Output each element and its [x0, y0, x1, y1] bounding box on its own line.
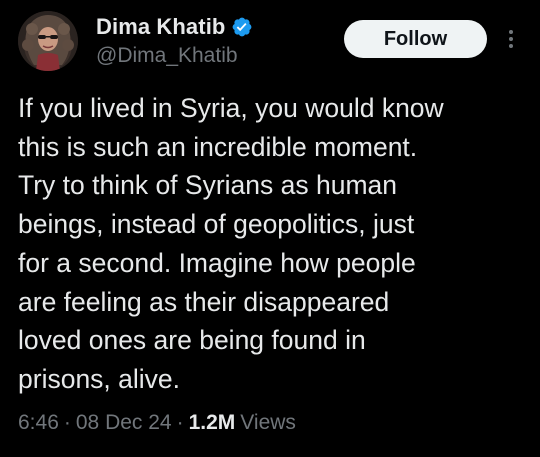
- tweet: Dima Khatib @Dima_Khatib Follow If you l…: [0, 0, 540, 457]
- meta-separator: ·: [176, 411, 184, 434]
- views-label: Views: [240, 411, 296, 434]
- avatar[interactable]: [18, 11, 78, 71]
- tweet-text-line: beings, instead of geopolitics, just: [18, 209, 415, 240]
- avatar-image: [18, 11, 78, 71]
- tweet-time[interactable]: 6:46: [18, 411, 59, 435]
- tweet-date[interactable]: 08 Dec 24: [76, 411, 172, 435]
- tweet-text: If you lived in Syria, you would know th…: [18, 89, 528, 399]
- tweet-text-line: are feeling as their disappeared: [18, 286, 390, 317]
- tweet-text-line: Try to think of Syrians as human: [18, 170, 398, 201]
- display-name[interactable]: Dima Khatib: [96, 14, 225, 40]
- follow-button[interactable]: Follow: [344, 20, 487, 58]
- tweet-meta: 6:46 · 08 Dec 24 · 1.2M Views: [18, 411, 296, 435]
- tweet-text-line: this is such an incredible moment.: [18, 131, 418, 162]
- tweet-text-line: for a second. Imagine how people: [18, 247, 416, 278]
- name-row: Dima Khatib: [96, 14, 253, 40]
- tweet-text-line: prisons, alive.: [18, 363, 181, 394]
- tweet-text-line: If you lived in Syria, you would know: [18, 93, 444, 123]
- views-count: 1.2M: [188, 411, 236, 434]
- meta-separator: ·: [63, 411, 71, 434]
- author-info: Dima Khatib @Dima_Khatib: [96, 14, 253, 68]
- verified-badge-icon: [231, 16, 253, 38]
- tweet-text-line: loved ones are being found in: [18, 325, 366, 356]
- more-vertical-icon[interactable]: [506, 27, 516, 51]
- author-handle[interactable]: @Dima_Khatib: [96, 44, 253, 68]
